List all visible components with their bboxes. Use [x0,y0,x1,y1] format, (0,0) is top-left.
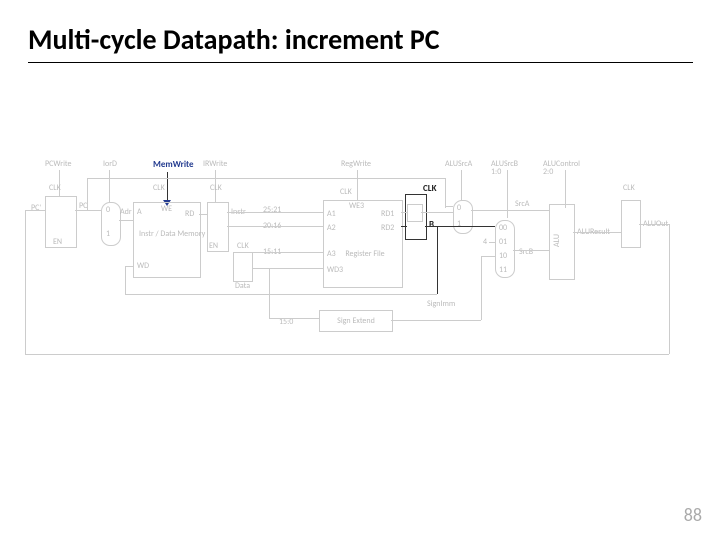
wire-b-srcb [425,226,495,227]
lbl-pcwrite: PCWrite [45,160,71,168]
wire-mux-mem [119,220,133,221]
lbl-irwrite: IRWrite [203,160,227,168]
wire-a-srca [421,212,453,213]
aluout-register [621,200,641,248]
lbl-wd: WD [137,262,149,270]
lbl-en-pc: EN [53,238,62,246]
lbl-rd-mem: RD [185,210,194,218]
slide-title: Multi-cycle Datapath: increment PC [28,22,440,57]
lbl-alusrca: ALUSrcA [445,160,472,168]
lbl-regwrite: RegWrite [341,160,371,168]
lbl-alusrcb-sub: 1:0 [491,168,501,176]
mux-iord-0: 0 [106,206,110,214]
wire-imm-drop [269,268,270,318]
wire-srcb-alu [513,250,549,251]
wire-wd-up [125,266,126,294]
wire-iord [109,170,110,203]
page-number: 88 [684,504,702,526]
wire-rs [227,212,323,213]
wire-rd [253,252,323,253]
mux-srca-0: 0 [457,204,461,212]
lbl-srca: SrcA [515,200,529,208]
lbl-rd1: RD1 [381,210,394,218]
lbl-a2: A2 [327,224,336,232]
wire-rd1-a [401,212,407,213]
data-register [233,252,253,282]
wire-out-down [669,224,670,354]
mux-srca [453,200,473,234]
wire-b-wd [125,294,437,295]
wire-4-srcb [489,242,495,243]
wire-rd2-b [401,226,407,227]
lbl-rd2: RD2 [381,224,394,232]
wire-pc-into-srca [445,206,453,207]
wire-signimm [391,320,481,321]
mux-srcb-01: 01 [499,238,507,246]
wire-signimm-mux [481,256,495,257]
lbl-a1: A1 [327,210,336,218]
mux-srcb-10: 10 [499,252,507,260]
wire-memwrite [167,172,168,202]
bits-imm: 15:0 [279,318,293,326]
wire-out-right [639,224,669,225]
wire-aluctrl [565,170,566,208]
reg-b [405,194,427,240]
lbl-sign-extend: Sign Extend [337,317,375,325]
lbl-alucontrol-sub: 2:0 [543,168,553,176]
lbl-mem: Instr / Data Memory [139,230,195,238]
wire-feedback-up [25,210,26,354]
lbl-we3: WE3 [349,202,364,210]
wire-feedback-bottom [25,354,669,355]
wire-mem-ir [199,214,207,215]
wire-pc-mux [75,210,101,211]
wire-feedback-pc [25,210,45,211]
wire-rt [227,226,323,227]
wire-b-down [437,226,438,294]
clk-b: CLK [423,184,437,193]
lbl-b: B [429,220,434,229]
lbl-iord: IorD [103,160,117,168]
lbl-en-ir: EN [209,242,218,250]
lbl-adr: Adr [120,208,132,216]
lbl-memwrite: MemWrite [153,160,194,169]
lbl-data: Data [235,282,250,290]
wire-wd3path [253,268,323,269]
wire-pc-up [87,178,88,210]
lbl-we: WE [161,205,172,213]
clk-aluout: CLK [623,184,635,192]
wire-into-wd [125,266,133,267]
wire-srca-alu [471,210,549,211]
mux-srcb-00: 00 [499,224,507,232]
wire-alu-out [573,232,621,233]
wire-regwrite [357,170,358,200]
clk-pc: CLK [49,184,61,192]
wire-pc-drop-srca [445,178,446,208]
wire-alusrca [461,170,462,200]
wire-signimm-up [481,256,482,320]
clk-ir: CLK [210,184,222,192]
lbl-a3: A3 [327,250,336,258]
datapath-diagram: PCWrite IorD MemWrite IRWrite RegWrite A… [45,160,673,380]
mux-srcb-11: 11 [499,266,507,274]
lbl-alu: ALU [553,234,561,247]
title-underline [28,62,693,63]
sign-extend: Sign Extend [319,310,393,332]
wire-pc-top [87,178,445,179]
clk-mem: CLK [153,184,165,192]
lbl-signimm: SignImm [427,300,455,308]
lbl-regfile: Register File [341,250,389,258]
mux-iord-1: 1 [106,230,110,238]
lbl-adr-a: A [137,208,142,216]
clk-rf: CLK [340,188,352,196]
lbl-wd3: WD3 [327,266,343,274]
lbl-four: 4 [483,238,487,246]
wire-to-ext [269,318,319,319]
clk-data: CLK [237,242,249,250]
mux-iord [101,202,121,246]
